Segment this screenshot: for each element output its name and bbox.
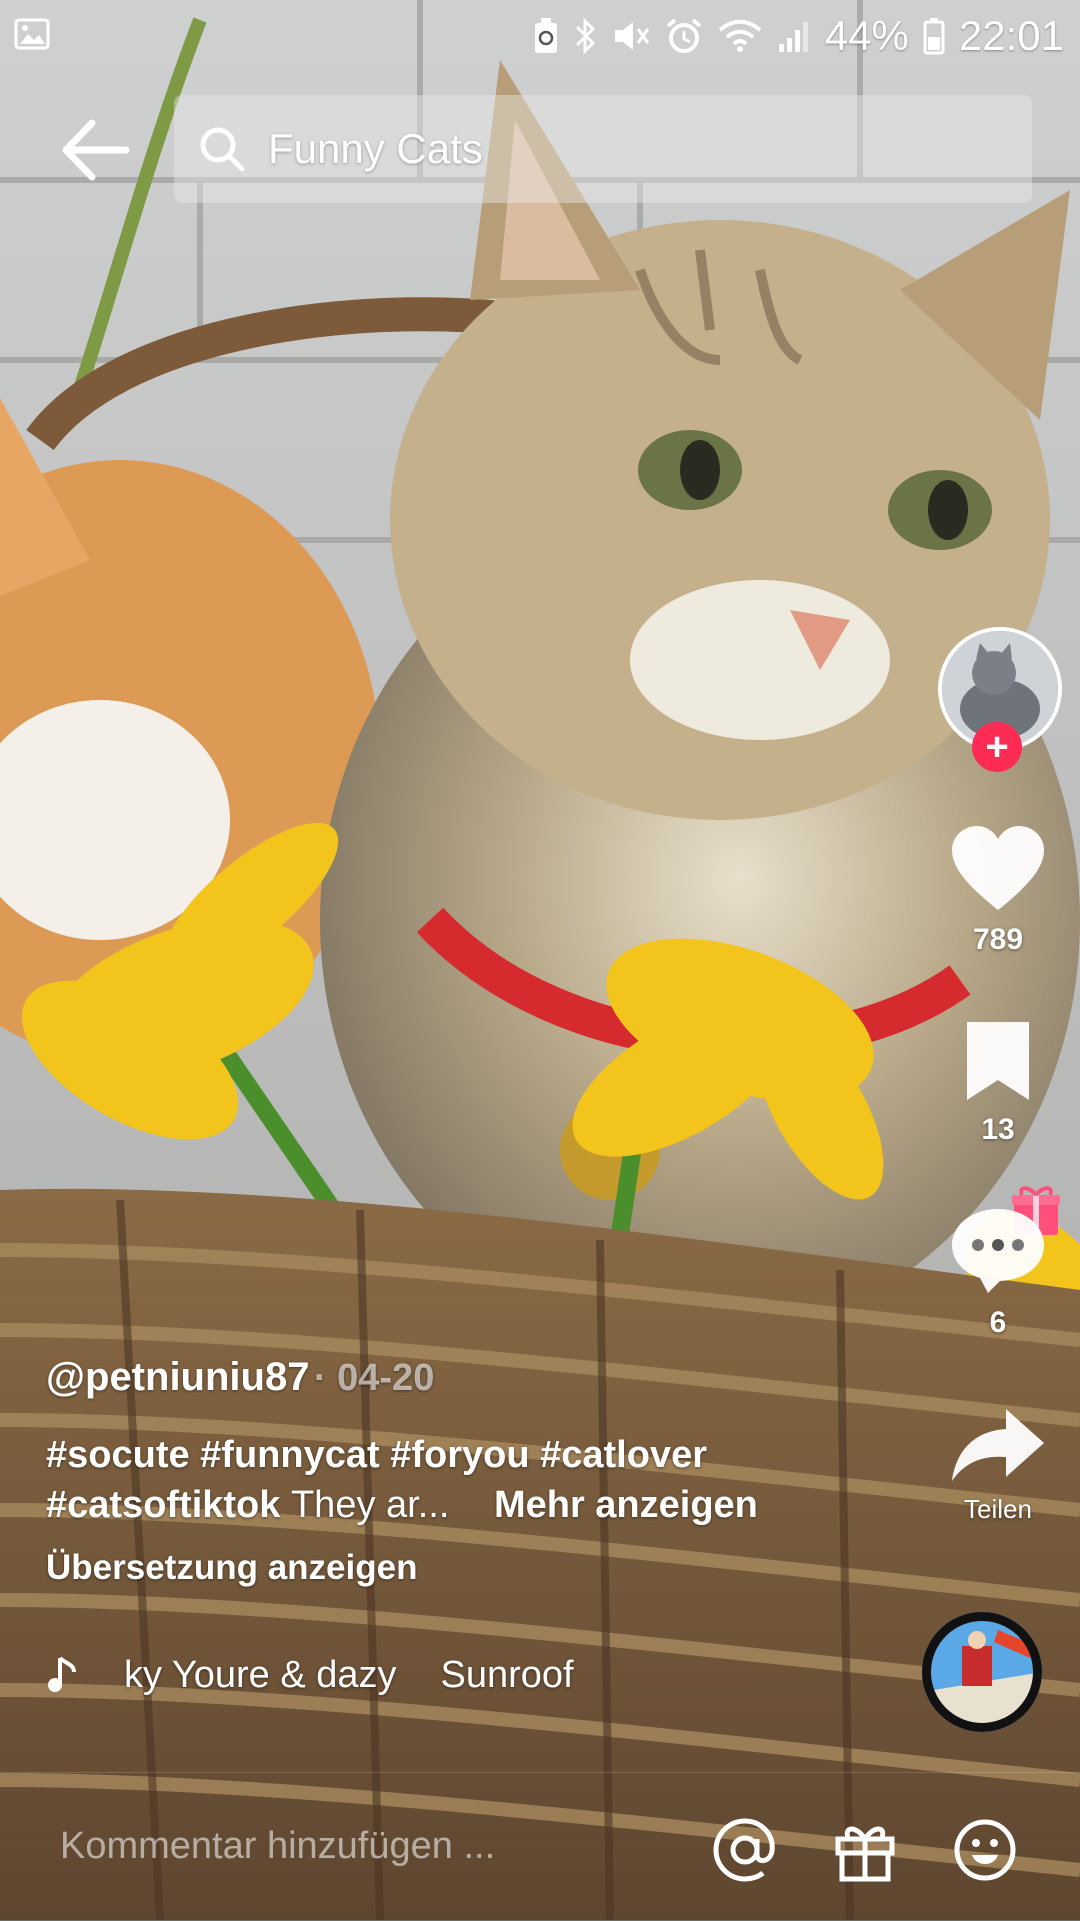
alarm-icon xyxy=(666,18,702,53)
translate-link[interactable]: Übersetzung anzeigen xyxy=(46,1548,806,1588)
follow-plus-button[interactable]: + xyxy=(972,722,1022,772)
recycle-icon xyxy=(534,18,557,53)
battery-icon xyxy=(923,18,945,55)
bookmark-icon xyxy=(967,1022,1029,1100)
comment-count: 6 xyxy=(989,1306,1007,1339)
music-disc[interactable] xyxy=(922,1612,1042,1732)
track-title: ky Youre & dazy Sunroof xyxy=(124,1654,666,1697)
search-icon xyxy=(200,127,245,172)
clock: 22:01 xyxy=(958,12,1064,59)
show-more-link[interactable]: Mehr anzeigen xyxy=(494,1484,758,1526)
post-date: · 04-20 xyxy=(313,1357,435,1399)
comment-bar: Kommentar hinzufügen ... xyxy=(0,1772,1080,1921)
caption-text: They ar... xyxy=(290,1484,450,1526)
back-arrow-icon[interactable] xyxy=(60,117,130,183)
hashtags-line-2[interactable]: #catsoftiktok xyxy=(46,1484,280,1526)
emoji-icon[interactable] xyxy=(952,1817,1018,1883)
battery-percent: 44% xyxy=(824,12,909,59)
comment-bubble-icon xyxy=(952,1209,1044,1293)
username[interactable]: @petniuniu87 xyxy=(46,1355,309,1399)
track-artist: ky Youre & dazy xyxy=(124,1653,397,1696)
gift-icon[interactable] xyxy=(832,1817,898,1883)
mute-icon xyxy=(614,22,650,50)
music-note-icon xyxy=(48,1656,76,1692)
album-cover xyxy=(922,1612,1042,1732)
share-label: Teilen xyxy=(964,1494,1032,1524)
share-arrow-icon xyxy=(952,1409,1044,1481)
video-background[interactable] xyxy=(0,0,1080,1920)
status-bar: 44% 22:01 xyxy=(0,0,1080,70)
like-count: 789 xyxy=(972,923,1024,956)
hashtags-line-1[interactable]: #socute #funnycat #foryou #catlover xyxy=(46,1430,806,1480)
search-query: Funny Cats xyxy=(268,125,483,172)
share-button[interactable]: Teilen xyxy=(928,1405,1068,1525)
gallery-icon xyxy=(14,18,50,50)
search-header: Funny Cats xyxy=(0,95,1080,205)
hashtags: #socute #funnycat #foryou #catlover #cat… xyxy=(46,1430,806,1530)
save-button[interactable]: 13 xyxy=(928,1018,1068,1147)
like-button[interactable]: 789 xyxy=(928,822,1068,957)
music-ticker[interactable]: ky Youre & dazy Sunroof xyxy=(46,1645,666,1705)
comment-button[interactable]: 6 xyxy=(928,1205,1068,1340)
track-name: Sunroof xyxy=(440,1653,574,1696)
wifi-icon xyxy=(718,19,762,52)
comment-input[interactable]: Kommentar hinzufügen ... xyxy=(60,1825,495,1868)
bluetooth-icon xyxy=(575,17,595,55)
heart-icon xyxy=(952,826,1044,910)
post-caption: @petniuniu87 · 04-20 #socute #funnycat #… xyxy=(46,1355,806,1588)
mention-icon[interactable] xyxy=(712,1817,778,1883)
signal-icon xyxy=(778,22,808,52)
save-count: 13 xyxy=(981,1113,1015,1146)
search-field[interactable]: Funny Cats xyxy=(174,95,1032,203)
